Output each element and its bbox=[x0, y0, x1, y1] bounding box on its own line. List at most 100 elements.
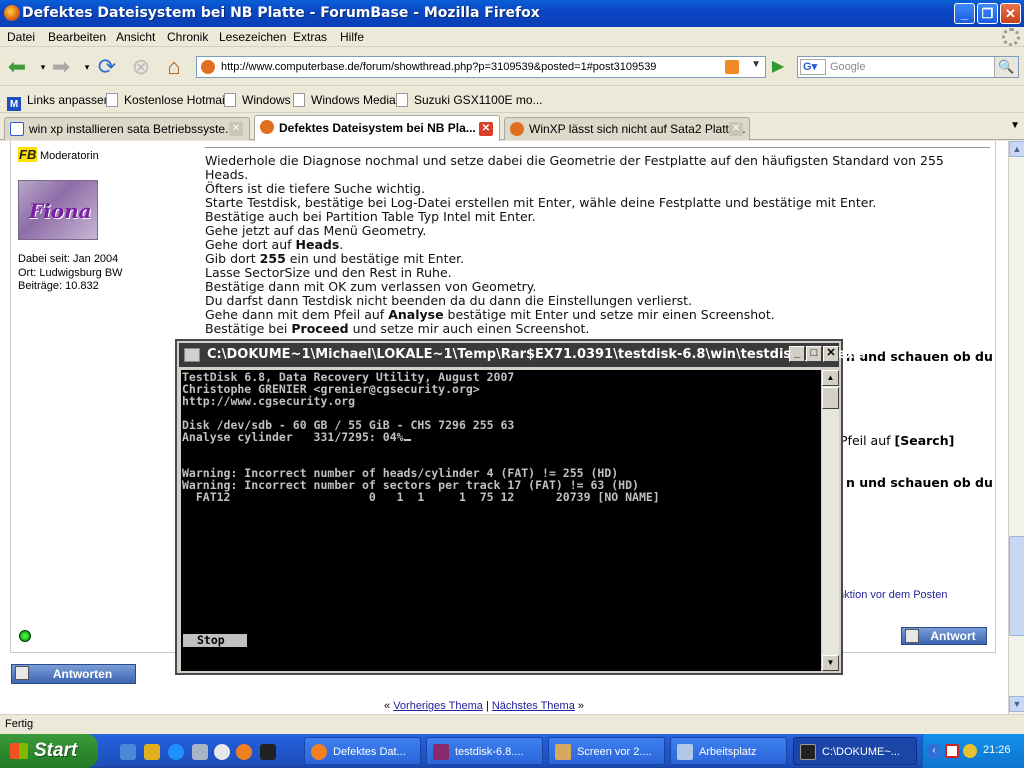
taskbar-item-firefox[interactable]: Defektes Dat... bbox=[304, 737, 421, 765]
window-title-bar[interactable]: Defektes Dateisystem bei NB Platte - For… bbox=[0, 0, 1024, 27]
tab-close-icon[interactable]: ✕ bbox=[729, 122, 743, 136]
tab-close-icon[interactable]: ✕ bbox=[229, 122, 243, 136]
menu-hilfe[interactable]: Hilfe bbox=[340, 30, 364, 44]
bookmark-windows-media[interactable]: Windows Media bbox=[293, 93, 396, 107]
reply-button[interactable]: Antwort bbox=[901, 627, 987, 645]
url-dropdown-icon[interactable]: ▼ bbox=[751, 59, 761, 70]
post-text-line: Lasse SectorSize und den Rest in Ruhe. bbox=[205, 265, 452, 280]
quicklaunch-ie-icon[interactable] bbox=[168, 744, 184, 760]
menu-lesezeichen[interactable]: Lesezeichen bbox=[219, 30, 286, 44]
close-button[interactable]: ✕ bbox=[1000, 3, 1021, 24]
post-text-line: Gehe dort auf Heads. bbox=[205, 237, 344, 252]
taskbar-item-testdisk-folder[interactable]: testdisk-6.8.... bbox=[426, 737, 543, 765]
tab-list-dropdown-icon[interactable]: ▼ bbox=[1010, 120, 1020, 131]
menu-bearbeiten[interactable]: Bearbeiten bbox=[48, 30, 106, 44]
search-icon[interactable]: 🔍 bbox=[994, 57, 1018, 77]
menu-ansicht[interactable]: Ansicht bbox=[116, 30, 155, 44]
console-cursor bbox=[403, 431, 411, 441]
status-text: Fertig bbox=[5, 718, 34, 730]
answer-button[interactable]: Antworten bbox=[11, 664, 136, 684]
console-window[interactable]: C:\DOKUME~1\Michael\LOKALE~1\Temp\Rar$EX… bbox=[175, 339, 863, 675]
scroll-up-icon[interactable]: ▲ bbox=[1009, 141, 1024, 157]
activity-throbber-icon bbox=[1002, 28, 1020, 46]
quicklaunch-mail-icon[interactable] bbox=[192, 744, 208, 760]
home-icon[interactable]: ⌂ bbox=[161, 54, 187, 80]
console-scrollbar[interactable]: ▲ ▼ bbox=[822, 370, 839, 671]
console-title-bar[interactable]: C:\DOKUME~1\Michael\LOKALE~1\Temp\Rar$EX… bbox=[179, 343, 863, 367]
console-icon bbox=[800, 744, 816, 760]
msn-icon: M bbox=[7, 97, 21, 111]
search-engine-selector[interactable]: G▾ bbox=[800, 59, 826, 75]
site-favicon-icon bbox=[201, 60, 215, 74]
post-text-line: Gehe jetzt auf das Menü Geometry. bbox=[205, 223, 427, 238]
go-arrow-icon[interactable]: ▶ bbox=[768, 58, 788, 76]
forumbase-badge-icon: FB bbox=[18, 147, 38, 162]
url-bar[interactable]: http://www.computerbase.de/forum/showthr… bbox=[196, 56, 766, 78]
avatar[interactable]: Fiona bbox=[18, 180, 98, 240]
forward-arrow-icon[interactable]: ➡ bbox=[48, 54, 74, 80]
bookmark-suzuki[interactable]: Suzuki GSX1100E mo... bbox=[396, 93, 543, 107]
rss-feed-icon[interactable] bbox=[725, 60, 739, 74]
post-text-fragment: n und schauen ob du bbox=[846, 475, 993, 490]
taskbar-item-arbeitsplatz[interactable]: Arbeitsplatz bbox=[670, 737, 787, 765]
console-title: C:\DOKUME~1\Michael\LOKALE~1\Temp\Rar$EX… bbox=[207, 347, 863, 362]
clock: 21:26 bbox=[983, 744, 1011, 756]
tab-close-icon[interactable]: ✕ bbox=[479, 122, 493, 136]
quicklaunch-desktop-icon[interactable] bbox=[120, 744, 136, 760]
back-arrow-icon[interactable]: ⬅ bbox=[4, 54, 30, 80]
computer-icon bbox=[677, 744, 693, 760]
menu-chronik[interactable]: Chronik bbox=[167, 30, 208, 44]
quicklaunch-player-icon[interactable] bbox=[214, 744, 230, 760]
system-tray: ‹ 21:26 bbox=[922, 734, 1024, 768]
quicklaunch-firefox-icon[interactable] bbox=[236, 744, 252, 760]
scrollbar-thumb[interactable] bbox=[822, 387, 839, 409]
bookmark-links-anpassen[interactable]: M Links anpassen bbox=[7, 93, 110, 111]
tab-winxp-sata2[interactable]: WinXP lässt sich nicht auf Sata2 Platte.… bbox=[504, 117, 750, 140]
restore-button[interactable]: ❐ bbox=[977, 3, 998, 24]
firefox-icon bbox=[4, 5, 20, 21]
tab-bar: win xp installieren sata Betriebssyste..… bbox=[0, 114, 1024, 141]
menu-datei[interactable]: Datei bbox=[7, 30, 35, 44]
pen-icon bbox=[905, 629, 919, 643]
post-text-link[interactable]: nktion vor dem Posten bbox=[838, 589, 947, 601]
taskbar-item-console[interactable]: C:\DOKUME~... bbox=[793, 737, 917, 765]
bookmark-hotmail[interactable]: Kostenlose Hotmail bbox=[106, 93, 227, 107]
scroll-up-icon[interactable]: ▲ bbox=[822, 370, 839, 386]
start-button[interactable]: Start bbox=[0, 734, 98, 768]
scrollbar-thumb[interactable] bbox=[1009, 536, 1024, 636]
quicklaunch-console-icon[interactable] bbox=[260, 744, 276, 760]
console-icon bbox=[184, 348, 200, 362]
post-text-line: Gib dort 255 ein und bestätige mit Enter… bbox=[205, 251, 465, 266]
user-location: Ort: Ludwigsburg BW bbox=[18, 267, 123, 279]
page-scrollbar[interactable]: ▲ ▼ bbox=[1008, 141, 1024, 714]
windows-logo-icon bbox=[10, 743, 28, 759]
winrar-icon bbox=[433, 744, 449, 760]
post-text-line: Öfters ist die tiefere Suche wichtig. bbox=[205, 181, 425, 196]
user-post-count: Beiträge: 10.832 bbox=[18, 280, 99, 292]
reload-icon[interactable]: ⟳ bbox=[94, 54, 120, 80]
tab-win-xp-installieren[interactable]: win xp installieren sata Betriebssyste..… bbox=[4, 117, 250, 140]
next-thread-link[interactable]: Nächstes Thema bbox=[492, 700, 575, 712]
post-text-line: Heads. bbox=[205, 167, 249, 182]
tab-defektes-dateisystem[interactable]: Defektes Dateisystem bei NB Pla... ✕ bbox=[254, 115, 500, 141]
console-minimize-button[interactable]: _ bbox=[789, 346, 805, 362]
post-text-line: Du darfst dann Testdisk nicht beenden da… bbox=[205, 293, 693, 308]
search-box[interactable]: G▾ Google 🔍 bbox=[797, 56, 1019, 78]
scroll-down-icon[interactable]: ▼ bbox=[822, 655, 839, 671]
console-line: Analyse cylinder 331/7295: 04% bbox=[182, 431, 411, 443]
tray-app-icon[interactable] bbox=[963, 744, 977, 758]
bookmark-windows[interactable]: Windows bbox=[224, 93, 291, 107]
tray-expand-icon[interactable]: ‹ bbox=[927, 744, 941, 758]
stop-icon[interactable]: ⊗ bbox=[128, 54, 154, 80]
scroll-down-icon[interactable]: ▼ bbox=[1009, 696, 1024, 712]
menu-extras[interactable]: Extras bbox=[293, 30, 327, 44]
console-maximize-button[interactable]: □ bbox=[806, 346, 822, 362]
taskbar-item-screen[interactable]: Screen vor 2.... bbox=[548, 737, 665, 765]
console-close-button[interactable]: ✕ bbox=[823, 346, 839, 362]
minimize-button[interactable]: _ bbox=[954, 3, 975, 24]
quicklaunch-media-icon[interactable] bbox=[144, 744, 160, 760]
previous-thread-link[interactable]: Vorheriges Thema bbox=[393, 700, 483, 712]
stop-button[interactable]: Stop bbox=[183, 634, 247, 647]
page-icon bbox=[293, 93, 305, 107]
antivirus-icon[interactable] bbox=[945, 744, 959, 758]
